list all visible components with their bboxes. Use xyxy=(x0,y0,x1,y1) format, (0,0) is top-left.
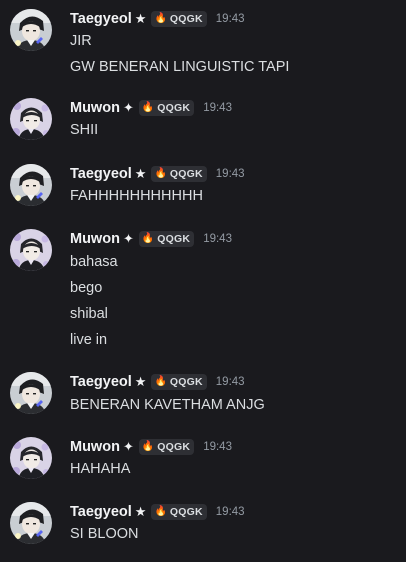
message-group: Taegyeol ★ 🔥 QQGK 19:43 JIR GW BENERAN L… xyxy=(0,9,406,75)
fire-icon: 🔥 xyxy=(154,506,167,517)
message-line: SI BLOON xyxy=(70,526,139,542)
avatar[interactable] xyxy=(10,98,52,140)
fire-icon: 🔥 xyxy=(154,376,167,387)
message-header: Taegyeol ★ 🔥 QQGK 19:43 xyxy=(70,372,245,392)
avatar[interactable] xyxy=(10,502,52,544)
message-line: shibal xyxy=(70,306,108,322)
guild-tag[interactable]: 🔥 QQGK xyxy=(151,374,207,390)
message-line: BENERAN KAVETHAM ANJG xyxy=(70,397,265,413)
guild-tag[interactable]: 🔥 QQGK xyxy=(138,439,195,455)
message-header: Taegyeol ★ 🔥 QQGK 19:43 xyxy=(70,164,245,184)
timestamp[interactable]: 19:43 xyxy=(216,168,245,180)
guild-tag-label: QQGK xyxy=(169,168,203,180)
avatar[interactable] xyxy=(10,164,52,206)
avatar[interactable] xyxy=(10,9,52,51)
star-icon: ★ xyxy=(134,504,147,519)
message-line: FAHHHHHHHHHHH xyxy=(70,188,203,204)
fire-icon: 🔥 xyxy=(154,168,167,179)
username[interactable]: Muwon xyxy=(70,439,120,455)
avatar[interactable] xyxy=(10,372,52,414)
guild-tag[interactable]: 🔥 QQGK xyxy=(138,231,195,247)
guild-tag-label: QQGK xyxy=(169,506,203,518)
message-list: Taegyeol ★ 🔥 QQGK 19:43 JIR GW BENERAN L… xyxy=(0,0,406,562)
star-icon: ★ xyxy=(134,166,147,181)
message-group: Muwon ✦ 🔥 QQGK 19:43 bahasa bego shibal … xyxy=(0,229,406,349)
message-line: HAHAHA xyxy=(70,461,131,477)
guild-tag[interactable]: 🔥 QQGK xyxy=(151,11,207,27)
message-group: Taegyeol ★ 🔥 QQGK 19:43 FAHHHHHHHHHHH xyxy=(0,164,406,206)
fire-icon: 🔥 xyxy=(141,233,155,244)
message-group: Muwon ✦ 🔥 QQGK 19:43 SHII xyxy=(0,98,406,140)
timestamp[interactable]: 19:43 xyxy=(216,506,245,518)
username[interactable]: Muwon xyxy=(70,231,120,247)
timestamp[interactable]: 19:43 xyxy=(203,233,232,245)
message-header: Taegyeol ★ 🔥 QQGK 19:43 xyxy=(70,502,245,522)
avatar[interactable] xyxy=(10,229,52,271)
username[interactable]: Taegyeol xyxy=(70,374,132,390)
timestamp[interactable]: 19:43 xyxy=(216,13,245,25)
message-line: live in xyxy=(70,332,108,348)
message-header: Taegyeol ★ 🔥 QQGK 19:43 xyxy=(70,9,245,29)
guild-tag-label: QQGK xyxy=(169,376,203,388)
username[interactable]: Muwon xyxy=(70,100,120,116)
fire-icon: 🔥 xyxy=(154,13,167,24)
avatar[interactable] xyxy=(10,437,52,479)
timestamp[interactable]: 19:43 xyxy=(203,102,232,114)
star-icon: ★ xyxy=(134,374,147,389)
username[interactable]: Taegyeol xyxy=(70,11,132,27)
timestamp[interactable]: 19:43 xyxy=(203,441,232,453)
guild-tag-label: QQGK xyxy=(157,233,191,245)
timestamp[interactable]: 19:43 xyxy=(216,376,245,388)
username[interactable]: Taegyeol xyxy=(70,166,132,182)
fire-icon: 🔥 xyxy=(141,441,155,452)
message-group: Taegyeol ★ 🔥 QQGK 19:43 SI BLOON xyxy=(0,502,406,544)
message-line: JIR xyxy=(70,33,92,49)
message-line: GW BENERAN LINGUISTIC TAPI xyxy=(70,59,290,75)
username[interactable]: Taegyeol xyxy=(70,504,132,520)
message-header: Muwon ✦ 🔥 QQGK 19:43 xyxy=(70,229,232,249)
sparkle-icon: ✦ xyxy=(122,100,134,115)
message-header: Muwon ✦ 🔥 QQGK 19:43 xyxy=(70,437,232,457)
message-line: bahasa xyxy=(70,254,118,270)
sparkle-icon: ✦ xyxy=(122,231,134,246)
guild-tag-label: QQGK xyxy=(157,102,191,114)
message-header: Muwon ✦ 🔥 QQGK 19:43 xyxy=(70,98,232,118)
message-group: Taegyeol ★ 🔥 QQGK 19:43 BENERAN KAVETHAM… xyxy=(0,372,406,414)
guild-tag[interactable]: 🔥 QQGK xyxy=(151,504,207,520)
sparkle-icon: ✦ xyxy=(122,439,134,454)
message-group: Muwon ✦ 🔥 QQGK 19:43 HAHAHA xyxy=(0,437,406,479)
message-line: bego xyxy=(70,280,103,296)
fire-icon: 🔥 xyxy=(141,102,155,113)
message-line: SHII xyxy=(70,122,99,138)
guild-tag-label: QQGK xyxy=(157,441,191,453)
guild-tag[interactable]: 🔥 QQGK xyxy=(151,166,207,182)
guild-tag[interactable]: 🔥 QQGK xyxy=(138,100,195,116)
star-icon: ★ xyxy=(134,11,147,26)
guild-tag-label: QQGK xyxy=(169,13,203,25)
